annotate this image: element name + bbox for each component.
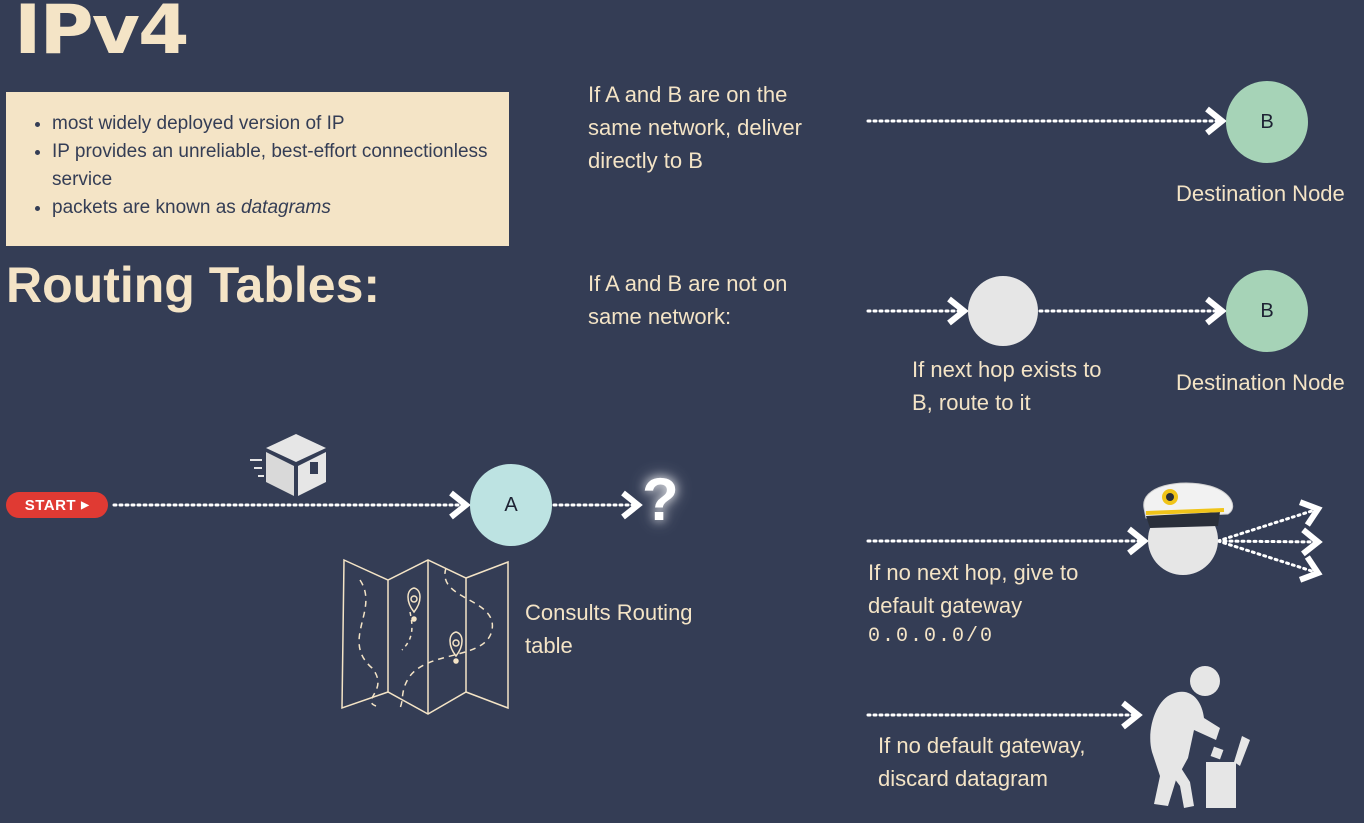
discard-label: If no default gateway, discard datagram xyxy=(878,733,1086,791)
next-hop-node xyxy=(968,276,1038,346)
start-label: START xyxy=(24,496,77,514)
node-b-routed: B xyxy=(1226,270,1308,352)
default-route-code: 0.0.0.0/0 xyxy=(868,625,995,648)
not-same-network-label: If A and B are not on same network: xyxy=(588,271,788,329)
arrow-gateway-up xyxy=(1216,499,1323,543)
default-gateway-label: If no next hop, give to default gateway xyxy=(868,560,1079,618)
start-badge: START ▶ xyxy=(6,492,108,518)
node-b-direct: B xyxy=(1226,81,1308,163)
next-hop-label: If next hop exists to B, route to it xyxy=(912,357,1102,415)
same-network-label: If A and B are on the same network, deli… xyxy=(588,82,802,173)
node-a: A xyxy=(470,464,552,546)
arrow-gateway-mid xyxy=(1216,527,1323,557)
destination-node-label-2: Destination Node xyxy=(1176,370,1345,395)
package-icon xyxy=(250,434,326,496)
destination-node-label-1: Destination Node xyxy=(1176,181,1345,206)
captain-hat-icon xyxy=(1143,482,1233,575)
play-icon: ▶ xyxy=(81,499,90,511)
consults-routing-label: Consults Routing table xyxy=(525,600,693,658)
arrow-gateway-down xyxy=(1216,539,1323,583)
question-mark-icon: ? xyxy=(642,466,679,533)
person-discarding-icon xyxy=(1150,666,1250,808)
map-icon xyxy=(341,558,509,715)
